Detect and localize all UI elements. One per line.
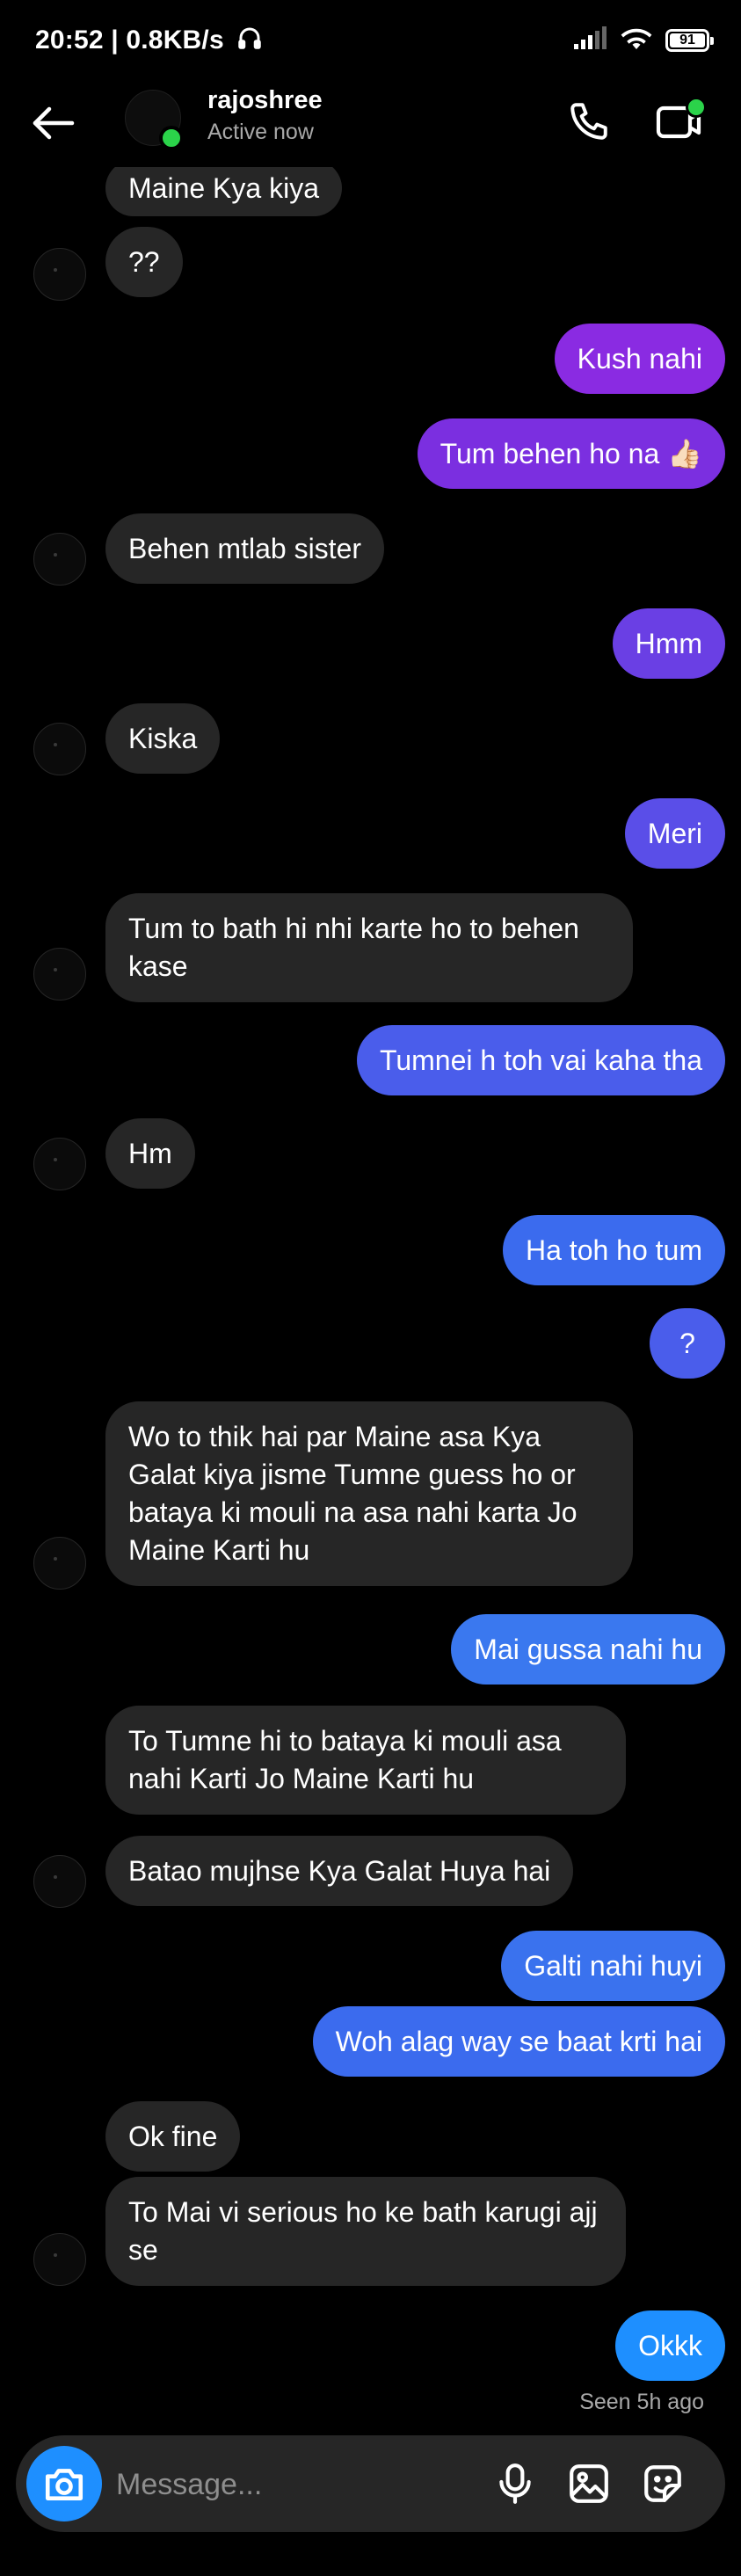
status-bar: 20:52 | 0.8KB/s 91: [0, 0, 741, 79]
sender-avatar[interactable]: [33, 1855, 86, 1908]
camera-icon: [45, 2469, 84, 2500]
message-input[interactable]: [114, 2457, 487, 2512]
seen-receipt: Seen 5h ago: [579, 2390, 704, 2414]
status-time-speed: 20:52 | 0.8KB/s: [35, 25, 263, 58]
message-outgoing[interactable]: Okkk: [615, 2310, 725, 2381]
sender-avatar[interactable]: [33, 2233, 86, 2286]
message-outgoing[interactable]: Woh alag way se baat krti hai: [312, 2006, 725, 2077]
video-active-dot: [686, 97, 707, 118]
online-indicator: [159, 126, 184, 150]
message-incoming[interactable]: Batao mujhse Kya Galat Huya hai: [105, 1836, 574, 1906]
contact-avatar[interactable]: [125, 90, 184, 150]
battery-icon: 91: [665, 29, 714, 52]
message-incoming[interactable]: Tum to bath hi nhi karte ho to behen kas…: [105, 893, 633, 1002]
message-composer: [16, 2435, 725, 2532]
sticker-button[interactable]: [636, 2457, 689, 2510]
message-outgoing[interactable]: Mai gussa nahi hu: [451, 1614, 725, 1685]
sender-avatar[interactable]: [33, 248, 86, 301]
call-button[interactable]: [563, 95, 615, 148]
battery-level: 91: [670, 33, 705, 47]
contact-status: Active now: [207, 120, 314, 144]
message-outgoing[interactable]: Hmm: [612, 608, 725, 679]
message-outgoing[interactable]: Meri: [624, 798, 725, 869]
phone-icon: [570, 103, 607, 140]
sticker-icon: [644, 2465, 681, 2502]
message-thread[interactable]: Maine Kya kiya ?? Kush nahi Tum behen ho…: [0, 167, 741, 2418]
image-icon: [570, 2464, 608, 2503]
chat-header: rajoshree Active now: [0, 79, 741, 167]
message-outgoing[interactable]: Galti nahi huyi: [501, 1931, 725, 2001]
message-outgoing[interactable]: Ha toh ho tum: [503, 1215, 725, 1285]
message-outgoing[interactable]: Tumnei h toh vai kaha tha: [356, 1025, 725, 1095]
message-incoming[interactable]: Ok fine: [105, 2101, 241, 2172]
arrow-left-icon: [33, 106, 75, 140]
sender-avatar[interactable]: [33, 1537, 86, 1590]
message-incoming[interactable]: Behen mtlab sister: [105, 513, 385, 584]
sender-avatar[interactable]: [33, 533, 86, 586]
contact-name[interactable]: rajoshree: [207, 86, 323, 115]
message-incoming[interactable]: To Mai vi serious ho ke bath karugi ajj …: [105, 2177, 626, 2286]
sender-avatar[interactable]: [33, 723, 86, 775]
message-incoming[interactable]: Maine Kya kiya: [105, 167, 342, 216]
sender-avatar[interactable]: [33, 1138, 86, 1190]
status-icons: 91: [572, 23, 714, 58]
message-outgoing[interactable]: Tum behen ho na 👍🏻: [417, 418, 725, 489]
wifi-icon: [620, 25, 653, 56]
microphone-button[interactable]: [489, 2457, 541, 2510]
message-incoming[interactable]: ??: [105, 227, 183, 297]
microphone-icon: [499, 2463, 531, 2504]
message-outgoing[interactable]: ?: [650, 1308, 725, 1379]
video-call-button[interactable]: [650, 95, 707, 148]
message-incoming[interactable]: To Tumne hi to bataya ki mouli asa nahi …: [105, 1706, 626, 1815]
sender-avatar[interactable]: [33, 948, 86, 1001]
back-button[interactable]: [26, 97, 79, 149]
message-incoming[interactable]: Wo to thik hai par Maine asa Kya Galat k…: [105, 1401, 633, 1586]
signal-icon: [572, 25, 607, 55]
status-time-text: 20:52 | 0.8KB/s: [35, 25, 224, 55]
message-outgoing[interactable]: Kush nahi: [554, 324, 725, 394]
camera-button[interactable]: [26, 2446, 102, 2521]
message-incoming[interactable]: Kiska: [105, 703, 221, 774]
headphones-icon: [236, 25, 263, 58]
message-incoming[interactable]: Hm: [105, 1118, 195, 1189]
gallery-button[interactable]: [563, 2457, 615, 2510]
